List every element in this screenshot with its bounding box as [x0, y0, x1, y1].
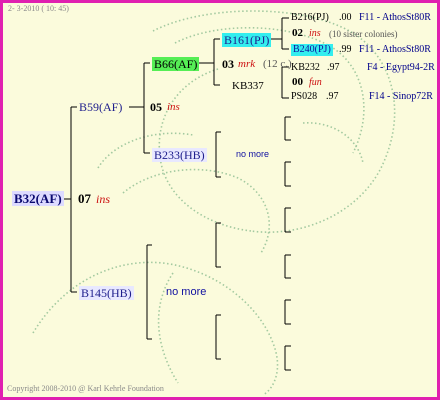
- ssd-label[interactable]: KB337: [232, 81, 264, 92]
- sire-label[interactable]: B59(AF): [79, 101, 122, 113]
- g4-generation-number-1: 02: [292, 27, 303, 39]
- sire-dam-no-more-note: no more: [236, 149, 270, 159]
- root-queen-label[interactable]: B32(AF): [12, 191, 64, 206]
- g4-value-3: .97: [327, 62, 340, 73]
- root-generation-number: 07: [78, 191, 91, 206]
- dam-no-more-note: no more: [166, 286, 207, 298]
- g4-label-3[interactable]: KB232: [291, 63, 320, 73]
- g4-sister-colonies: (10 sister colonies): [329, 29, 398, 39]
- g4-info-5: F14 - Sinop72R: [369, 91, 433, 102]
- sss-label[interactable]: B161(PJ): [222, 33, 272, 47]
- sire-sire-mark-tag: mrk: [238, 58, 256, 70]
- g4-info-1: F11 - AthosSt80R: [359, 12, 431, 23]
- g4-info-2: F11 - AthosSt80R: [359, 44, 431, 55]
- copyright-notice: Copyright 2008-2010 @ Karl Kehrle Founda…: [7, 384, 164, 393]
- g4-value-2: .99: [339, 44, 352, 55]
- dam-label[interactable]: B145(HB): [79, 286, 134, 300]
- g4-value-5: .97: [326, 91, 339, 102]
- g4-label-5[interactable]: PS028: [291, 92, 317, 102]
- report-date: 2- 3-2010 ( 10: 45): [8, 4, 69, 13]
- root-insemination-tag: ins: [96, 192, 111, 206]
- sire-dam-label[interactable]: B233(HB): [152, 148, 207, 162]
- g4-label-1[interactable]: B216(PJ): [291, 13, 329, 23]
- sire-sire-generation-number: 03: [222, 57, 234, 71]
- g4-insemination-tag-1: ins: [309, 28, 321, 39]
- sire-generation-number: 05: [150, 100, 162, 114]
- g4-fun-tag: fun: [309, 77, 322, 88]
- g4-label-2[interactable]: B240(PJ): [291, 44, 333, 56]
- g4-generation-number-4: 00: [292, 76, 303, 88]
- sire-sire-label[interactable]: B66(AF): [152, 57, 200, 71]
- pedigree-frame: 2- 3-2010 ( 10: 45) Copyright 2008-2010 …: [0, 0, 440, 400]
- g4-info-3: F4 - Egypt94-2R: [367, 62, 435, 73]
- sire-sire-colony-count: (12 c.): [263, 58, 292, 70]
- g4-value-1: .00: [339, 12, 352, 23]
- sire-insemination-tag: ins: [167, 101, 180, 113]
